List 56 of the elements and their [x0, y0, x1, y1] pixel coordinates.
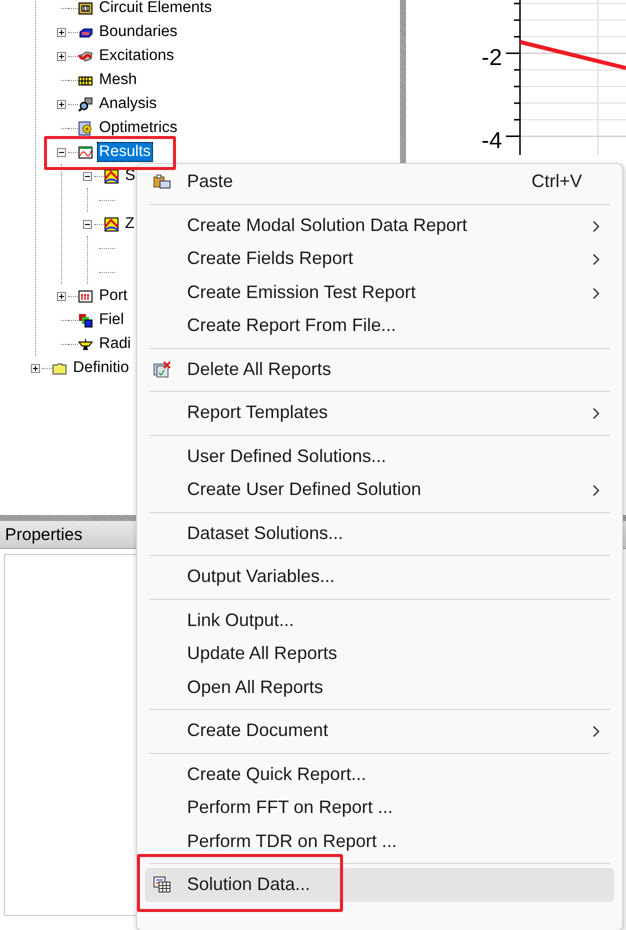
menu-item[interactable]: Paste Ctrl+V	[145, 165, 614, 198]
menu-item[interactable]: Link Output...	[145, 604, 614, 637]
tree-item[interactable]: Definitio	[71, 358, 131, 378]
tree-item[interactable]: Port	[97, 286, 130, 306]
chip-icon	[78, 0, 93, 16]
tree-item[interactable]: Radi	[97, 334, 133, 354]
tree-item[interactable]: Circuit Elements	[97, 0, 214, 18]
table-icon	[153, 876, 171, 893]
collapse-icon[interactable]	[56, 148, 66, 156]
chart-icon	[104, 168, 119, 184]
tree-item[interactable]: Excitations	[97, 46, 176, 66]
dish-icon	[78, 336, 93, 352]
menu-item[interactable]: Create User Defined Solution	[145, 473, 614, 506]
tree-item[interactable]: Mesh	[97, 70, 139, 90]
axis-tick-label: -4	[482, 128, 502, 152]
menu-item[interactable]: Open All Reports	[145, 670, 614, 704]
wave-block-icon	[78, 48, 93, 64]
panel-title: Properties	[5, 524, 82, 544]
magnifier-icon	[78, 96, 93, 112]
collapse-icon[interactable]	[82, 220, 92, 228]
expand-icon[interactable]	[56, 100, 66, 108]
menu-item[interactable]: Output Variables...	[145, 560, 614, 594]
collapse-icon[interactable]	[82, 172, 92, 180]
menu-item[interactable]: Report Templates	[145, 396, 614, 430]
menu-item[interactable]: Perform FFT on Report ...	[145, 791, 614, 824]
menu-item[interactable]: Create Fields Report	[145, 242, 614, 276]
menu-item[interactable]: Create Document	[145, 714, 614, 748]
menu-item[interactable]: Create Report From File...	[145, 309, 614, 342]
graph-icon	[78, 144, 93, 160]
menu-item[interactable]: User Defined Solutions...	[145, 440, 614, 473]
port-icon	[78, 288, 93, 304]
tree-item[interactable]: Boundaries	[97, 22, 180, 42]
folder-icon	[52, 360, 67, 376]
menu-item[interactable]: Perform TDR on Report ...	[145, 824, 614, 858]
tree-item[interactable]: Analysis	[97, 94, 159, 114]
menu-item[interactable]: Update All Reports	[145, 637, 614, 670]
tree-item[interactable]: Z	[123, 214, 136, 234]
expand-icon[interactable]	[56, 52, 66, 60]
menu-item[interactable]: Create Emission Test Report	[145, 276, 614, 309]
expand-icon[interactable]	[56, 292, 66, 300]
menu-item[interactable]: Dataset Solutions...	[145, 516, 614, 550]
layers-icon	[78, 312, 93, 328]
tree-item[interactable]: Optimetrics	[97, 118, 180, 138]
clipboard-icon	[153, 173, 171, 190]
tree-item[interactable]: Results	[97, 142, 153, 162]
gear-icon	[78, 120, 93, 136]
menu-item[interactable]: Create Quick Report...	[145, 758, 614, 791]
axis-tick-label: -2	[482, 45, 502, 69]
chart-icon	[104, 216, 119, 232]
tree-item[interactable]: Fiel	[97, 310, 126, 330]
delete-reports-icon	[153, 360, 171, 378]
expand-icon[interactable]	[56, 28, 66, 36]
menu-item[interactable]: Delete All Reports	[145, 352, 614, 386]
menu-item[interactable]: Solution Data...	[145, 868, 614, 902]
expand-icon[interactable]	[30, 364, 40, 372]
menu-item[interactable]: Create Modal Solution Data Report	[145, 208, 614, 242]
